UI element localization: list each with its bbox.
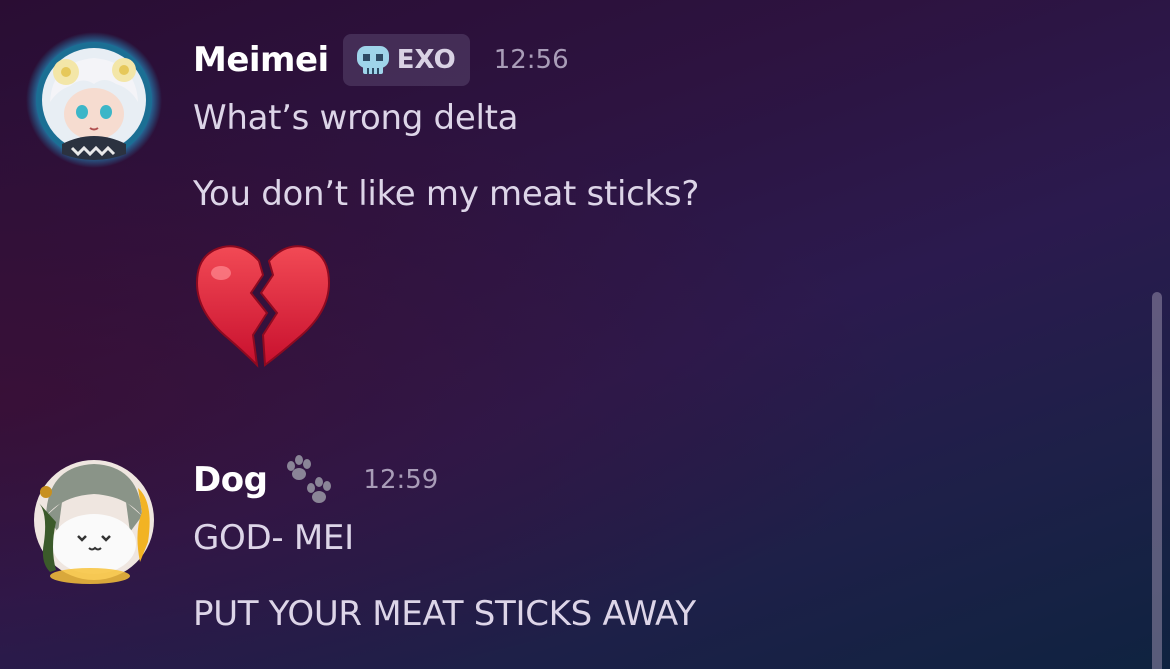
message-text: You don’t like my meat sticks? <box>193 174 700 214</box>
message-text: PUT YOUR MEAT STICKS AWAY <box>193 594 696 634</box>
server-tag[interactable]: EXO <box>342 34 470 86</box>
broken-heart-icon <box>195 245 331 368</box>
message-header: Dog 12:59 <box>193 452 1150 508</box>
avatar-meimei-image <box>26 32 162 168</box>
username[interactable]: Dog <box>193 460 268 500</box>
skull-icon <box>356 46 389 74</box>
avatar-dog-image <box>34 460 154 584</box>
username[interactable]: Meimei <box>193 40 329 80</box>
timestamp: 12:59 <box>363 465 439 495</box>
avatar[interactable] <box>26 32 162 168</box>
avatar[interactable] <box>26 452 162 588</box>
scrollbar[interactable] <box>1152 292 1162 669</box>
message-text: What’s wrong delta <box>193 98 519 138</box>
message-text: GOD- MEI <box>193 518 354 558</box>
server-tag-label: EXO <box>396 45 456 75</box>
emoji-message <box>193 243 333 369</box>
timestamp: 12:56 <box>493 45 569 75</box>
message-header: Meimei EXO 12:56 <box>193 32 1150 88</box>
paw-prints-icon <box>287 455 332 503</box>
